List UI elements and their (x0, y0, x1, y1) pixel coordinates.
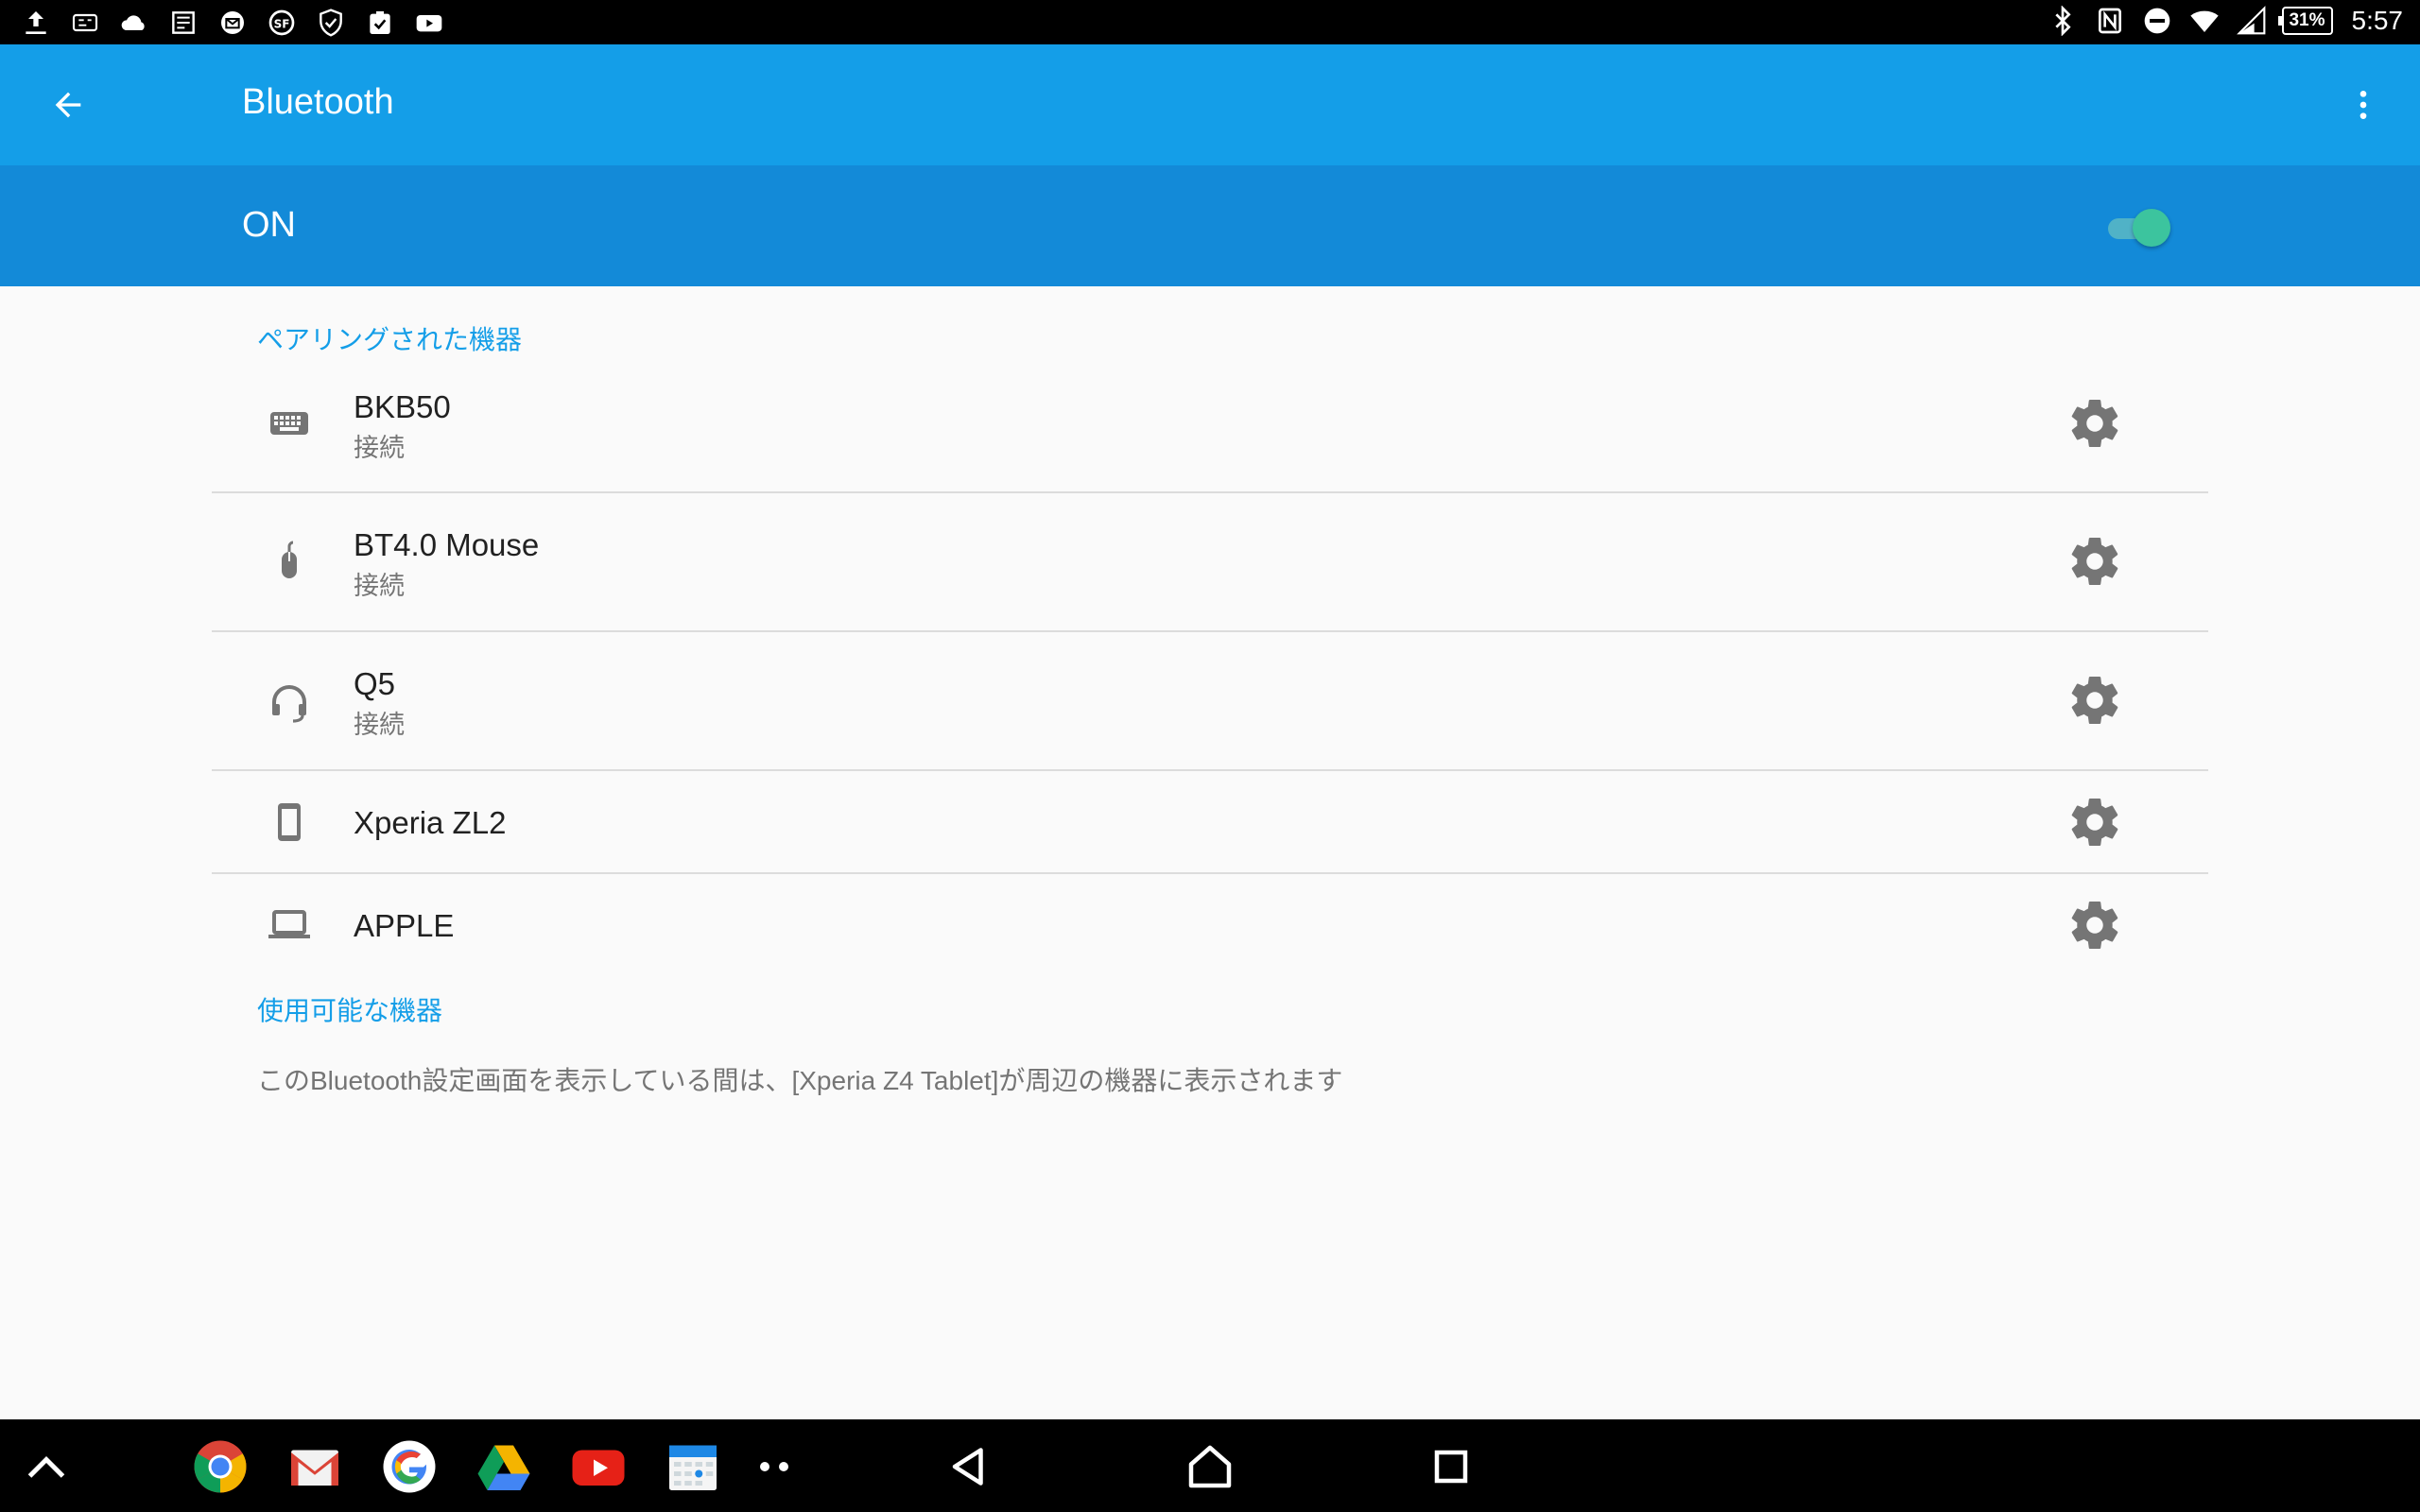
calendar-icon (669, 1445, 717, 1490)
nav-recents-button[interactable] (1422, 1437, 1480, 1496)
news-icon (166, 6, 200, 40)
device-name: BT4.0 Mouse (354, 527, 540, 562)
calendar-shortcut[interactable] (664, 1437, 722, 1496)
gear-icon (2071, 799, 2118, 847)
laptop-icon (265, 901, 314, 950)
more-dots-icon (760, 1462, 788, 1471)
keyboard-icon (265, 399, 314, 448)
notification-icons: SF (19, 6, 446, 40)
device-status: 接続 (354, 434, 405, 462)
do-not-disturb-icon (2140, 4, 2174, 38)
available-devices-header: 使用可能な機器 (257, 996, 443, 1025)
bluetooth-toggle[interactable] (2104, 207, 2172, 249)
device-settings-button[interactable] (2065, 393, 2125, 454)
headset-icon (265, 678, 314, 727)
paired-devices-header: ペアリングされた機器 (257, 325, 523, 354)
gmail-icon (291, 1450, 338, 1486)
switch-label: ON (242, 205, 296, 245)
device-settings-button[interactable] (2065, 792, 2125, 852)
svg-text:SF: SF (274, 17, 290, 30)
square-recents-icon (1434, 1450, 1468, 1484)
youtube-app-icon (572, 1450, 625, 1486)
phone-icon (265, 798, 314, 847)
more-apps-button[interactable] (745, 1437, 804, 1496)
clock: 5:57 (2351, 6, 2404, 35)
device-row-q5[interactable]: Q5 接続 (212, 632, 2208, 771)
google-icon (383, 1440, 436, 1493)
cloud-icon (117, 6, 151, 40)
more-vert-icon (2360, 91, 2367, 119)
clipboard-check-icon (363, 6, 397, 40)
battery-indicator: 31% (2277, 7, 2333, 35)
status-bar: SF 31% 5:57 (0, 0, 2420, 44)
device-name: BKB50 (354, 389, 451, 424)
device-row-bkb50[interactable]: BKB50 接続 (212, 355, 2208, 493)
device-name: Q5 (354, 666, 396, 701)
device-settings-button[interactable] (2065, 531, 2125, 592)
google-shortcut[interactable] (380, 1437, 439, 1496)
device-row-apple[interactable]: APPLE (212, 874, 2208, 976)
device-row-xperia-zl2[interactable]: Xperia ZL2 (212, 771, 2208, 874)
home-icon (1188, 1445, 1232, 1488)
chevron-up-icon (27, 1455, 65, 1478)
gear-icon (2071, 538, 2118, 586)
app-tray-button[interactable] (17, 1437, 76, 1496)
youtube-icon (412, 6, 446, 40)
signal-icon (2235, 4, 2269, 38)
gear-icon (2071, 400, 2118, 448)
system-icons: 31% 5:57 (2046, 4, 2404, 38)
upload-icon (19, 6, 53, 40)
chrome-icon (194, 1440, 247, 1493)
sf-icon: SF (265, 6, 299, 40)
shield-check-icon (314, 6, 348, 40)
chrome-shortcut[interactable] (191, 1437, 250, 1496)
device-status: 接続 (354, 572, 405, 600)
back-button[interactable] (38, 78, 98, 131)
device-settings-button[interactable] (2065, 670, 2125, 730)
toggle-thumb (2133, 209, 2170, 247)
device-name: Xperia ZL2 (354, 805, 507, 840)
wifi-icon (2187, 4, 2221, 38)
drive-shortcut[interactable] (475, 1437, 533, 1496)
visibility-note: このBluetooth設定画面を表示している間は、[Xperia Z4 Tabl… (257, 1066, 1343, 1095)
youtube-shortcut[interactable] (569, 1437, 628, 1496)
mail-badge-icon (216, 6, 250, 40)
device-name: APPLE (354, 908, 455, 943)
nav-home-button[interactable] (1181, 1437, 1239, 1496)
nfc-icon (2093, 4, 2127, 38)
page-title: Bluetooth (242, 82, 394, 122)
gear-icon (2071, 677, 2118, 725)
drive-icon (477, 1445, 530, 1490)
bluetooth-switch-bar[interactable]: ON (0, 165, 2420, 286)
nav-back-button[interactable] (940, 1437, 998, 1496)
device-status: 接続 (354, 711, 405, 739)
device-row-bt40-mouse[interactable]: BT4.0 Mouse 接続 (212, 493, 2208, 632)
triangle-back-icon (952, 1448, 983, 1486)
overflow-menu-button[interactable] (2341, 78, 2386, 131)
gear-icon (2071, 902, 2118, 950)
navigation-bar (0, 1419, 2420, 1512)
device-settings-button[interactable] (2065, 895, 2125, 955)
bluetooth-icon (2046, 4, 2080, 38)
arrow-back-icon (55, 92, 81, 118)
app-bar: Bluetooth (0, 44, 2420, 165)
mouse-icon (265, 539, 314, 588)
caption-icon (68, 6, 102, 40)
gmail-shortcut[interactable] (285, 1437, 344, 1496)
